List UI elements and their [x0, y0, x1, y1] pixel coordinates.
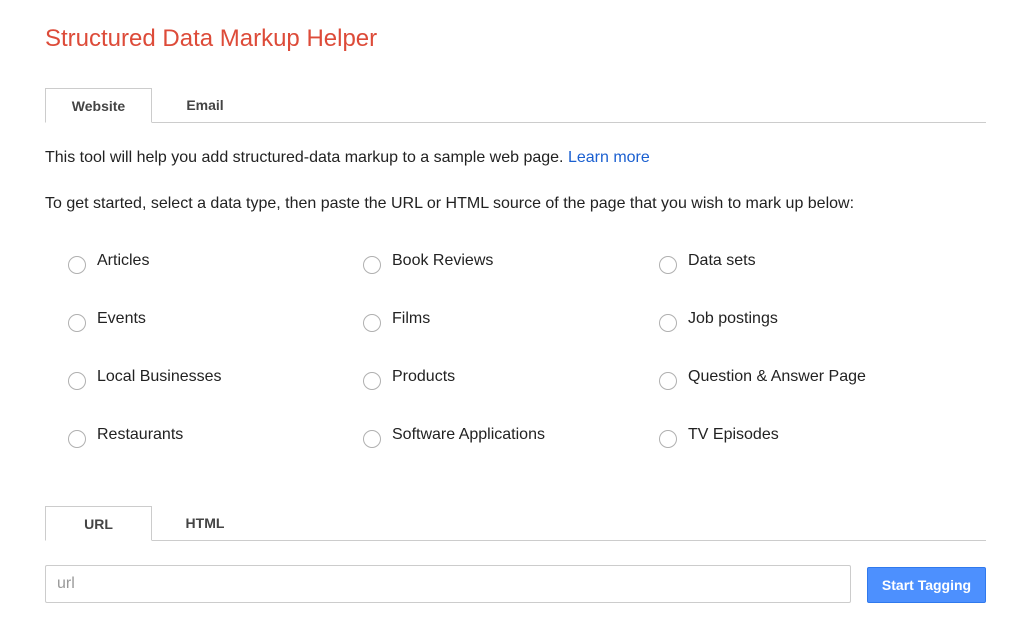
option-data-sets[interactable]: Data sets — [659, 246, 756, 280]
radio-button[interactable] — [363, 314, 381, 332]
tab-website[interactable]: Website — [45, 88, 152, 123]
option-products[interactable]: Products — [363, 362, 455, 396]
radio-button[interactable] — [68, 256, 86, 274]
radio-button[interactable] — [363, 256, 381, 274]
option-job-postings[interactable]: Job postings — [659, 304, 778, 338]
source-tabbar: URL HTML — [45, 506, 986, 541]
option-label: Events — [97, 309, 146, 327]
option-question-answer-page[interactable]: Question & Answer Page — [659, 362, 866, 396]
option-restaurants[interactable]: Restaurants — [68, 420, 183, 454]
option-label: Products — [392, 367, 456, 385]
learn-more-link[interactable]: Learn more — [568, 149, 650, 166]
option-label: TV Episodes — [688, 425, 779, 443]
option-films[interactable]: Films — [363, 304, 430, 338]
url-input[interactable] — [45, 565, 851, 603]
radio-button[interactable] — [363, 430, 381, 448]
option-tv-episodes[interactable]: TV Episodes — [659, 420, 779, 454]
option-book-reviews[interactable]: Book Reviews — [363, 246, 493, 280]
option-label: Articles — [97, 251, 150, 269]
option-articles[interactable]: Articles — [68, 246, 149, 280]
option-label: Local Businesses — [97, 367, 222, 385]
radio-button[interactable] — [68, 430, 86, 448]
option-software-applications[interactable]: Software Applications — [363, 420, 545, 454]
start-tagging-button[interactable]: Start Tagging — [867, 567, 986, 603]
markup-helper-page: Structured Data Markup Helper Website Em… — [0, 0, 1024, 640]
instructions-text: To get started, select a data type, then… — [45, 195, 855, 212]
tab-html[interactable]: HTML — [152, 506, 258, 540]
tab-email[interactable]: Email — [152, 88, 258, 122]
tab-url[interactable]: URL — [45, 506, 152, 541]
option-label: Question & Answer Page — [688, 367, 866, 385]
radio-button[interactable] — [659, 430, 677, 448]
option-label: Restaurants — [97, 425, 184, 443]
radio-button[interactable] — [659, 314, 677, 332]
intro-description: This tool will help you add structured-d… — [45, 149, 564, 166]
radio-button[interactable] — [68, 372, 86, 390]
page-title: Structured Data Markup Helper — [45, 25, 378, 52]
option-label: Films — [392, 309, 431, 327]
type-tabbar: Website Email — [45, 88, 986, 123]
option-label: Software Applications — [392, 425, 545, 443]
intro-text: This tool will help you add structured-d… — [45, 148, 650, 168]
radio-button[interactable] — [68, 314, 86, 332]
radio-button[interactable] — [659, 256, 677, 274]
option-label: Book Reviews — [392, 251, 494, 269]
option-local-businesses[interactable]: Local Businesses — [68, 362, 222, 396]
option-events[interactable]: Events — [68, 304, 146, 338]
option-label: Data sets — [688, 251, 756, 269]
radio-button[interactable] — [659, 372, 677, 390]
option-label: Job postings — [688, 309, 778, 327]
radio-button[interactable] — [363, 372, 381, 390]
